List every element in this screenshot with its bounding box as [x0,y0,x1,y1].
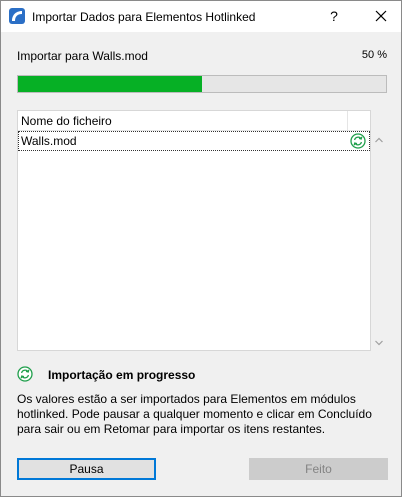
in-progress-icon [17,366,33,382]
import-target-label: Importar para Walls.mod [17,49,148,63]
progress-bar [17,75,387,93]
pause-button[interactable]: Pausa [17,458,156,480]
status-description: Os valores estão a ser importados para E… [17,392,372,436]
progress-bar-fill [18,76,202,92]
status-description-area: Os valores estão a ser importados para E… [17,392,385,438]
close-button[interactable] [361,1,401,32]
chevron-up-icon [375,137,383,143]
close-icon [375,10,387,22]
progress-percent: 50 % [361,49,387,61]
scroll-up-arrow[interactable] [372,133,386,147]
title-bar[interactable]: Importar Dados para Elementos Hotlinked … [1,1,401,32]
dialog-content: Importar para Walls.mod 50 % Nome do fic… [1,32,401,496]
in-progress-icon [350,133,366,149]
table-row[interactable]: Walls.mod [18,131,370,151]
file-name-cell: Walls.mod [21,134,77,148]
chevron-down-icon [375,340,383,346]
app-icon [9,8,25,24]
column-divider [347,111,348,131]
import-dialog: Importar Dados para Elementos Hotlinked … [0,0,402,497]
status-title: Importação em progresso [48,368,196,382]
scroll-down-arrow[interactable] [372,336,386,350]
file-list[interactable]: Nome do ficheiro Walls.mod [17,110,371,351]
column-header-file-name[interactable]: Nome do ficheiro [21,114,112,128]
help-button[interactable]: ? [319,1,349,32]
list-header: Nome do ficheiro [18,111,370,131]
done-button: Feito [249,458,388,480]
window-title: Importar Dados para Elementos Hotlinked [32,10,256,24]
